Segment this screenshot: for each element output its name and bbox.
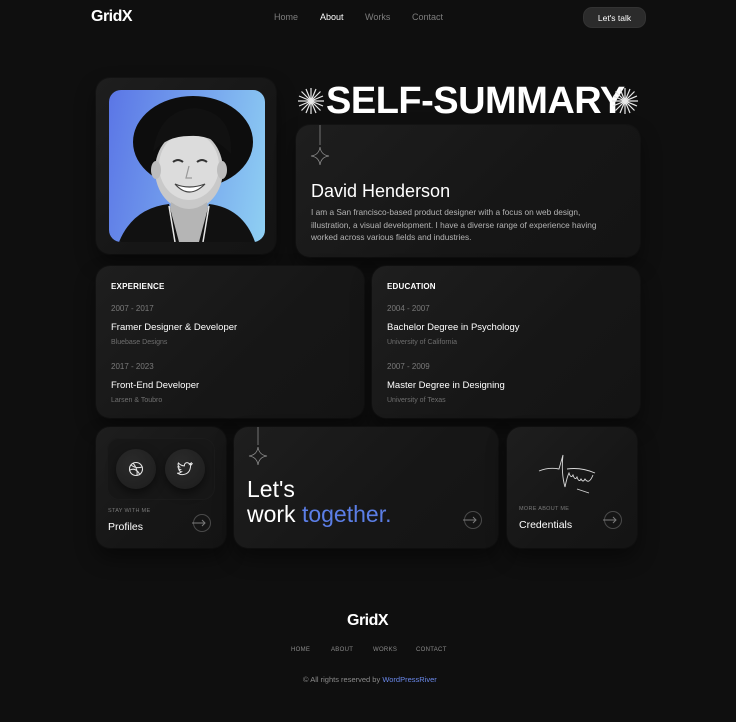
page-title: SELF-SUMMARY (326, 80, 625, 122)
experience-org: Bluebase Designs (111, 339, 168, 346)
experience-years: 2007 - 2017 (111, 304, 154, 313)
work-together-heading: Let's work together. (247, 477, 391, 527)
work-line-2-accent: together. (301, 501, 392, 527)
starburst-icon (612, 88, 638, 114)
portrait-photo (109, 90, 265, 242)
experience-role: Framer Designer & Developer (111, 322, 238, 333)
education-card: EDUCATION 2004 - 2007 Bachelor Degree in… (372, 266, 640, 418)
portrait-card (96, 78, 276, 254)
experience-heading: EXPERIENCE (111, 282, 165, 291)
copyright-prefix: © All rights reserved by (303, 675, 383, 684)
starburst-icon (298, 88, 324, 114)
experience-item: 2017 - 2023 Front-End Developer Larsen &… (111, 362, 199, 404)
education-degree: Master Degree in Designing (387, 380, 505, 391)
nav-about[interactable]: About (320, 12, 365, 22)
page: GridX Home About Works Contact Let's tal… (0, 0, 736, 722)
experience-item: 2007 - 2017 Framer Designer & Developer … (111, 304, 237, 346)
credentials-card[interactable]: MORE ABOUT ME Credentials (507, 427, 637, 548)
education-school: University of California (387, 339, 458, 346)
experience-years: 2017 - 2023 (111, 362, 154, 371)
dribbble-icon[interactable] (116, 449, 156, 489)
work-line-1: Let's (247, 476, 295, 502)
footer-nav-about[interactable]: ABOUT (331, 647, 353, 653)
footer-logo[interactable]: GridX (347, 612, 389, 630)
arrow-circle-icon[interactable] (463, 510, 483, 530)
profiles-card[interactable]: STAY WITH ME Profiles (96, 427, 226, 548)
profiles-small-label: STAY WITH ME (108, 508, 151, 514)
education-school: University of Texas (387, 397, 446, 404)
education-degree: Bachelor Degree in Psychology (387, 322, 520, 333)
sparkle-icon (248, 427, 268, 465)
nav-works[interactable]: Works (365, 12, 412, 22)
education-item: 2004 - 2007 Bachelor Degree in Psycholog… (387, 304, 520, 346)
copyright-link[interactable]: WordPressRiver (382, 675, 436, 684)
intro-card: David Henderson I am a San francisco-bas… (296, 125, 640, 257)
bio-text: I am a San francisco-based product desig… (311, 207, 597, 242)
credentials-title: Credentials (519, 519, 573, 531)
experience-role: Front-End Developer (111, 380, 200, 391)
credentials-small-label: MORE ABOUT ME (519, 506, 570, 512)
work-line-2: work together. (247, 502, 391, 527)
arrow-circle-icon[interactable] (192, 513, 212, 533)
arrow-circle-icon[interactable] (603, 510, 623, 530)
portrait-illustration (119, 96, 255, 242)
education-years: 2007 - 2009 (387, 362, 430, 371)
copyright-text: © All rights reserved by WordPressRiver (303, 675, 437, 684)
social-icons-panel (107, 438, 215, 500)
signature-image (538, 454, 596, 494)
education-heading: EDUCATION (387, 282, 436, 291)
footer-nav-works[interactable]: WORKS (373, 647, 397, 653)
experience-card: EXPERIENCE 2007 - 2017 Framer Designer &… (96, 266, 364, 418)
work-together-card[interactable]: Let's work together. (234, 427, 498, 548)
sparkle-icon (310, 125, 330, 165)
profiles-title: Profiles (108, 521, 144, 533)
footer-nav-home[interactable]: HOME (291, 647, 310, 653)
lets-talk-button[interactable]: Let's talk (583, 7, 646, 28)
education-item: 2007 - 2009 Master Degree in Designing U… (387, 362, 505, 404)
twitter-icon[interactable] (165, 449, 205, 489)
header-logo[interactable]: GridX (91, 8, 133, 26)
work-line-2-plain: work (247, 501, 302, 527)
education-years: 2004 - 2007 (387, 304, 430, 313)
nav-home[interactable]: Home (274, 12, 320, 22)
experience-org: Larsen & Toubro (111, 397, 163, 404)
footer-nav-contact[interactable]: CONTACT (416, 647, 447, 653)
main-nav: Home About Works Contact (274, 12, 443, 22)
person-name: David Henderson (311, 181, 451, 201)
nav-contact[interactable]: Contact (412, 12, 443, 22)
